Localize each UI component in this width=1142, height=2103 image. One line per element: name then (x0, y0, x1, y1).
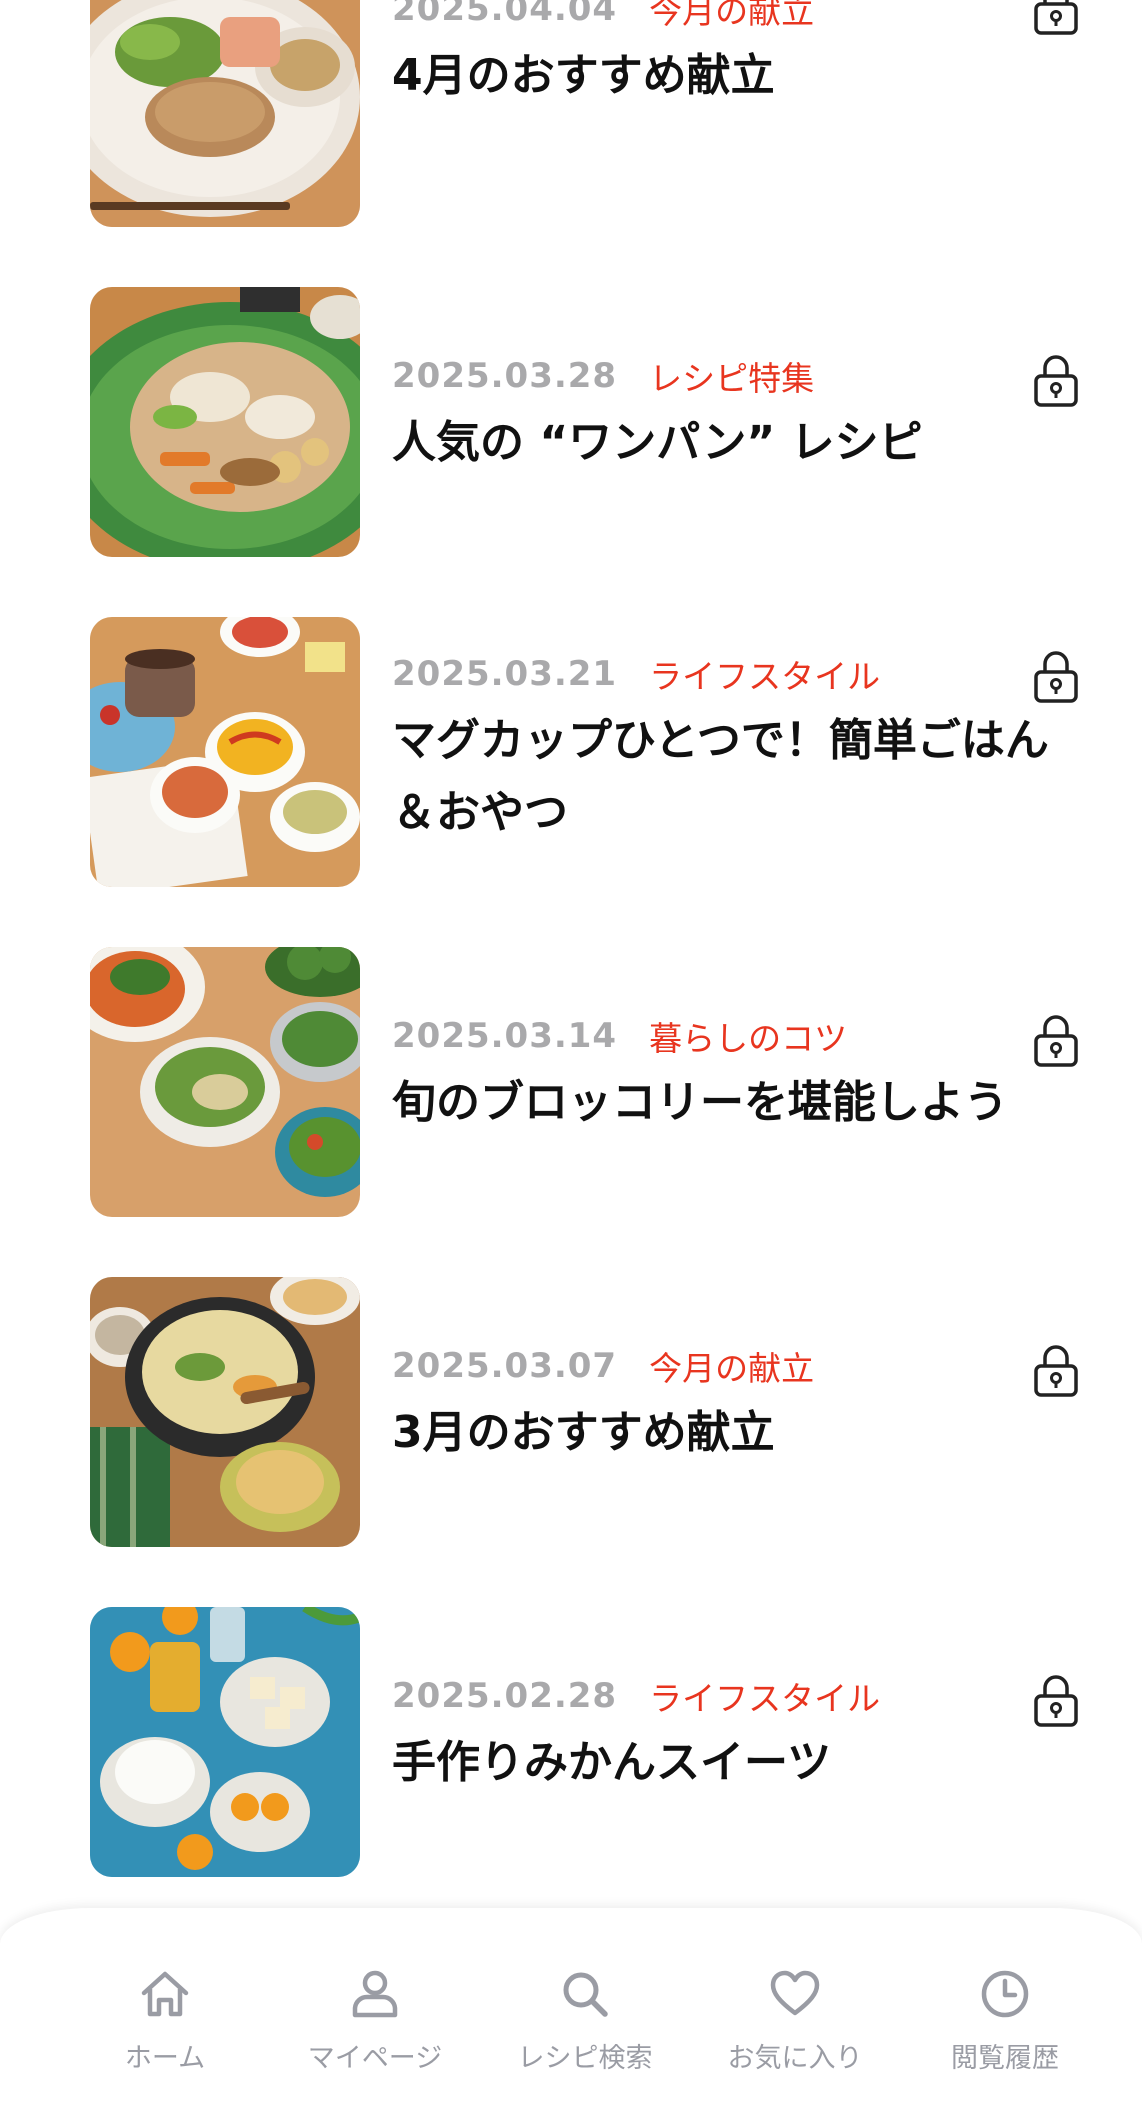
article-thumbnail[interactable] (90, 947, 360, 1217)
lock-icon (1034, 1015, 1078, 1067)
tab-favorites[interactable]: お気に入り (690, 1908, 900, 2103)
clock-icon (979, 1968, 1031, 2020)
home-icon (139, 1968, 191, 2020)
app-screen: 2025.04.04 今月の献立 4月のおすすめ献立 2025.03.28 レシ… (0, 0, 1142, 2103)
tab-label: 閲覧履歴 (951, 2043, 1059, 2074)
article-category[interactable]: レシピ特集 (649, 352, 814, 400)
article-category[interactable]: 今月の献立 (649, 0, 814, 33)
article-title[interactable]: 手作りみかんスイーツ (392, 1727, 1082, 1799)
article-card[interactable]: 2025.02.28 ライフスタイル 手作りみかんスイーツ (0, 1607, 1142, 1877)
article-title[interactable]: 人気の “ワンパン” レシピ (392, 407, 1082, 479)
article-thumbnail[interactable] (90, 617, 360, 887)
article-date: 2025.03.21 (392, 654, 618, 694)
tab-history[interactable]: 閲覧履歴 (900, 1908, 1110, 2103)
tab-mypage[interactable]: マイページ (270, 1908, 480, 2103)
article-date: 2025.03.07 (392, 1346, 618, 1386)
article-date: 2025.03.14 (392, 1016, 618, 1056)
article-card[interactable]: 2025.03.07 今月の献立 3月のおすすめ献立 (0, 1277, 1142, 1547)
bottom-tab-bar: ホーム マイページ レシピ検索 お気に入り 閲覧履歴 (0, 1908, 1142, 2103)
article-date: 2025.02.28 (392, 1676, 618, 1716)
article-title[interactable]: 3月のおすすめ献立 (392, 1397, 1082, 1469)
article-card[interactable]: 2025.03.28 レシピ特集 人気の “ワンパン” レシピ (0, 287, 1142, 557)
tab-label: レシピ検索 (517, 2043, 653, 2074)
user-icon (349, 1968, 401, 2020)
article-card[interactable]: 2025.03.14 暮らしのコツ 旬のブロッコリーを堪能しよう (0, 947, 1142, 1217)
article-date: 2025.04.04 (392, 0, 618, 29)
article-thumbnail[interactable] (90, 287, 360, 557)
article-card[interactable]: 2025.04.04 今月の献立 4月のおすすめ献立 (0, 0, 1142, 227)
lock-icon (1034, 651, 1078, 703)
lock-icon (1034, 1675, 1078, 1727)
heart-icon (769, 1968, 821, 2020)
article-thumbnail[interactable] (90, 1607, 360, 1877)
search-icon (559, 1968, 611, 2020)
article-date: 2025.03.28 (392, 356, 618, 396)
lock-icon (1034, 1345, 1078, 1397)
lock-icon (1034, 0, 1078, 35)
article-category[interactable]: ライフスタイル (649, 650, 880, 698)
article-title[interactable]: マグカップひとつで！簡単ごはん＆おやつ (392, 705, 1082, 849)
article-thumbnail[interactable] (90, 1277, 360, 1547)
article-card[interactable]: 2025.03.21 ライフスタイル マグカップひとつで！簡単ごはん＆おやつ (0, 617, 1142, 887)
article-title[interactable]: 旬のブロッコリーを堪能しよう (392, 1067, 1082, 1139)
article-category[interactable]: 今月の献立 (649, 1342, 814, 1390)
lock-icon (1034, 355, 1078, 407)
tab-label: お気に入り (727, 2043, 863, 2074)
article-category[interactable]: ライフスタイル (649, 1672, 880, 1720)
article-thumbnail[interactable] (90, 0, 360, 227)
tab-label: マイページ (307, 2043, 443, 2074)
tab-label: ホーム (124, 2043, 206, 2074)
tab-recipe-search[interactable]: レシピ検索 (480, 1908, 690, 2103)
tab-home[interactable]: ホーム (60, 1908, 270, 2103)
article-title[interactable]: 4月のおすすめ献立 (392, 40, 1082, 112)
article-category[interactable]: 暮らしのコツ (649, 1012, 847, 1060)
